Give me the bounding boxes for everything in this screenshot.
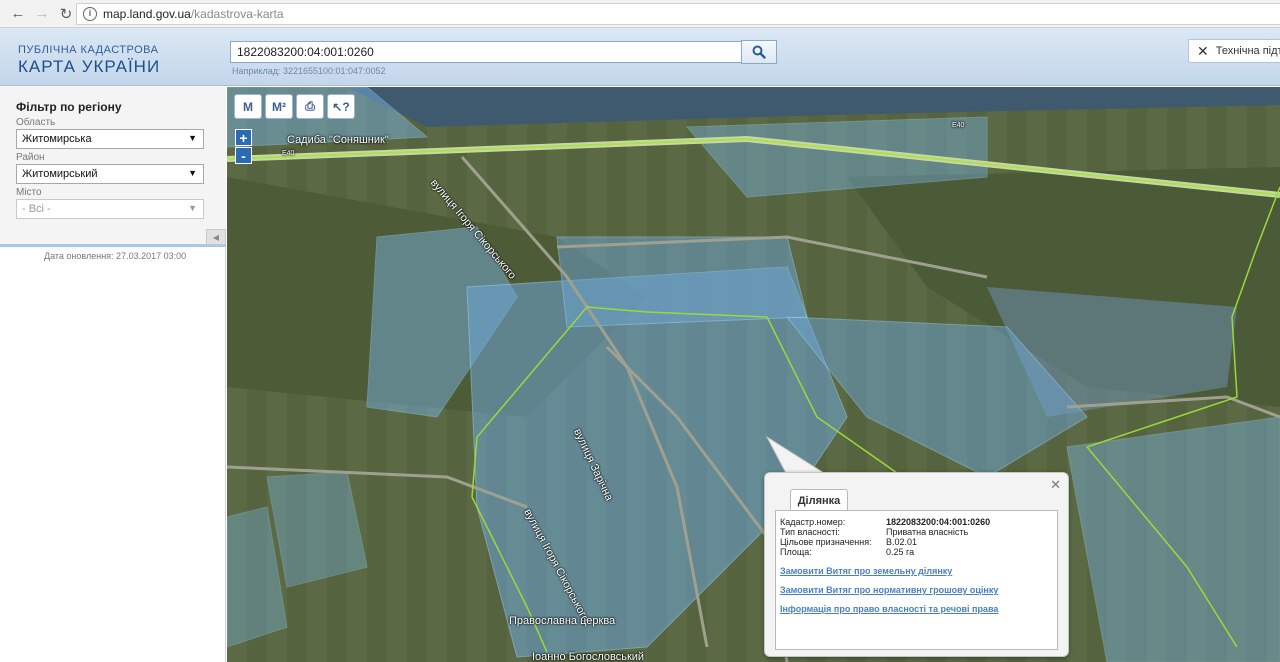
map-label-road: E40 — [282, 150, 295, 157]
sidebar: Фільтр по регіону Область Житомирська ▼ … — [0, 87, 226, 662]
cadastral-search-input[interactable] — [230, 41, 742, 63]
url-path: /kadastrova-karta — [190, 7, 284, 21]
parcel-popup: ✕ Ділянка Кадастр.номер: 1822083200:04:0… — [764, 472, 1069, 657]
measure-area-button[interactable]: M² — [265, 94, 293, 119]
dropdown-arrow-icon: ▼ — [188, 168, 197, 178]
identify-button[interactable]: ↖? — [327, 94, 355, 119]
search-example: Наприклад: 3221655100:01:047:0052 — [232, 66, 386, 76]
order-extract-land-link[interactable]: Замовити Витяг про земельну ділянку — [780, 566, 952, 576]
tools-icon: ✕ — [1197, 42, 1209, 59]
update-date: Дата оновлення: 27.03.2017 03:00 — [44, 251, 187, 261]
url-host: map.land.gov.ua — [103, 7, 191, 21]
map-label-road: E40 — [952, 122, 965, 129]
cadastral-map[interactable]: M M² ⎙ ↖? + - Садиба "Соняшник" вулиця І… — [227, 87, 1280, 662]
app-header: ПУБЛІЧНА КАДАСТРОВА КАРТА УКРАЇНИ Наприк… — [0, 28, 1280, 86]
collapse-sidebar-button[interactable]: ◀ — [206, 229, 226, 245]
forward-icon[interactable]: → — [30, 2, 54, 26]
support-button[interactable]: ✕ Технічна підт — [1188, 39, 1280, 63]
cursor-question-icon: ↖? — [332, 99, 350, 114]
search-icon — [752, 45, 766, 59]
support-label: Технічна підт — [1215, 45, 1280, 57]
logo-line2: КАРТА УКРАЇНИ — [18, 57, 161, 76]
ownership-info-link[interactable]: Інформація про право власності та речові… — [780, 604, 998, 614]
popup-body: Кадастр.номер: 1822083200:04:001:0260 Ти… — [775, 510, 1058, 650]
logo-line1: ПУБЛІЧНА КАДАСТРОВА — [18, 44, 159, 56]
region-label: Область — [16, 117, 56, 128]
map-canvas[interactable] — [227, 87, 1280, 662]
dropdown-arrow-icon: ▼ — [188, 203, 197, 213]
print-button[interactable]: ⎙ — [296, 94, 324, 119]
dropdown-arrow-icon: ▼ — [188, 133, 197, 143]
printer-icon: ⎙ — [305, 99, 315, 113]
region-select[interactable]: Житомирська ▼ — [16, 129, 204, 149]
close-icon[interactable]: ✕ — [1050, 477, 1061, 493]
region-value: Житомирська — [22, 133, 92, 145]
map-label-sadyba: Садиба "Соняшник" — [287, 134, 389, 146]
map-label-church2: Іоанно Богословський — [532, 651, 645, 662]
city-label: Місто — [16, 187, 42, 198]
region-filter-panel: Фільтр по регіону Область Житомирська ▼ … — [0, 87, 226, 247]
map-label-church: Православна церква — [509, 615, 616, 627]
zoom-in-button[interactable]: + — [235, 129, 252, 146]
back-icon[interactable]: ← — [6, 2, 30, 26]
city-value: - Всі - — [22, 203, 51, 215]
measure-length-button[interactable]: M — [234, 94, 262, 119]
address-bar[interactable]: i map.land.gov.ua /kadastrova-karta — [76, 3, 1280, 25]
search-button[interactable] — [741, 40, 777, 64]
reload-icon[interactable]: ↻ — [54, 2, 78, 26]
zoom-out-button[interactable]: - — [235, 147, 252, 164]
filter-title: Фільтр по регіону — [16, 100, 122, 114]
order-extract-valuation-link[interactable]: Замовити Витяг про нормативну грошову оц… — [780, 585, 998, 595]
district-select[interactable]: Житомирський ▼ — [16, 164, 204, 184]
city-select[interactable]: - Всі - ▼ — [16, 199, 204, 219]
district-label: Район — [16, 152, 45, 163]
district-value: Житомирський — [22, 168, 98, 180]
browser-toolbar: ← → ↻ i map.land.gov.ua /kadastrova-kart… — [0, 0, 1280, 28]
info-icon[interactable]: i — [83, 7, 97, 21]
tab-parcel[interactable]: Ділянка — [790, 489, 848, 511]
